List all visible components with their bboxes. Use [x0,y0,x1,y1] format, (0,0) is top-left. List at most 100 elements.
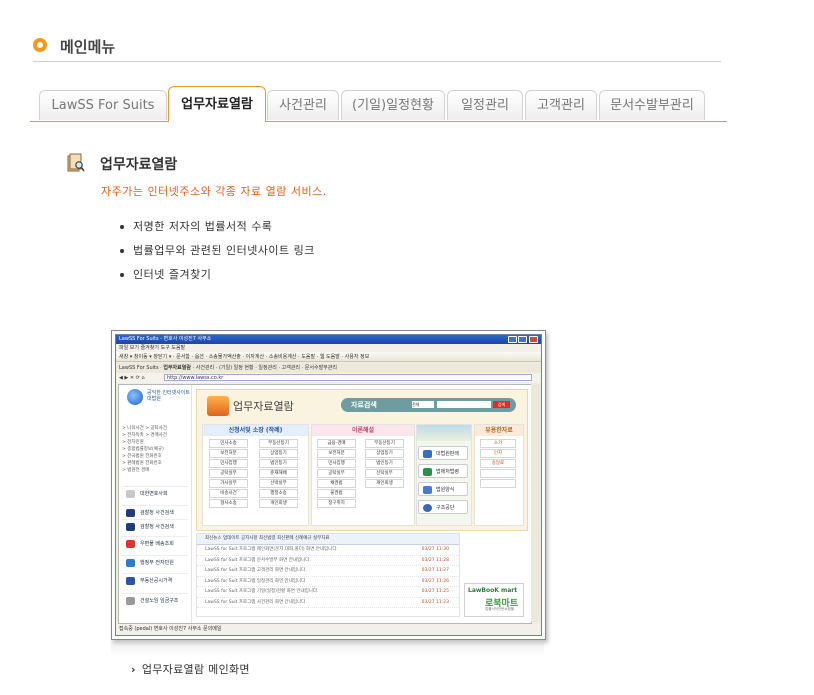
embedded-web-page: 공익한 인터넷사이트 대법원 > 나의사건 > 공탁사건 > 전자독촉 > 경매… [118,384,532,624]
supreme-court-case-button: 대법원판례 [418,446,468,460]
forms-item: 상업등기 [259,449,298,458]
tab-document-dispatch[interactable]: 문서수발부관리 [599,90,705,120]
window-statusbar: 접속중 (pedal) 변호사 이성진7 사무소 문의메일 [116,624,541,634]
banner-tagline: 법률서적전문쇼핑몰 [485,607,514,611]
page-search-bar: 자료검색 전체 검색 [341,398,516,412]
app-screenshot: LawSS For Suits - 변호사 이성진7 사무소 파일 보기 즐겨찾… [115,334,542,636]
tab-schedule-management[interactable]: 일정관리 [447,90,523,120]
close-icon [529,336,538,343]
resource-item: 송달료 [480,459,516,468]
org-link: 우편물 배송조회 [122,536,188,550]
window-title: LawSS For Suits - 변호사 이성진7 사무소 [119,336,212,342]
resources-column-title: 유용한자료 [475,425,523,436]
caption-text: 업무자료열람 메인화면 [141,663,250,676]
window-tabs: LawSS For Suits · 업무자료열람 · 사건관리 · (기일) 일… [116,363,541,373]
theory-item: 법인등기 [365,459,404,468]
forms-item: 공탁실무 [209,469,248,478]
tab-document-browsing[interactable]: 업무자료열람 [168,86,266,122]
theory-item: 부동산등기 [365,439,404,448]
org-link: 건설노임 임금구조 [122,593,188,607]
feature-list: 저명한 저자의 법률서적 수록 법률업무와 관련된 인터넷사이트 링크 인터넷 … [120,218,315,290]
toolbar-item: 이자계산 [245,354,265,360]
feature-item: 법률업무와 관련된 인터넷사이트 링크 [120,242,315,266]
tab-lawss-for-suits[interactable]: LawSS For Suits [39,90,167,120]
window-tab: 일정관리 [258,365,277,371]
resource-item-empty [480,469,516,478]
toolbar-item: 도움말 [301,354,316,360]
tab-case-management[interactable]: 사건관리 [267,90,339,120]
toolbar-item: 웹 도움말 [319,354,340,360]
theory-item: 신탁실무 [365,469,404,478]
toolbar-item: 새창 [119,354,129,360]
address-bar: ◀ ▶ ✕ ⟳ ⌂ http://www.lawss.co.kr [116,373,541,383]
theory-item: 공탁실무 [317,469,356,478]
page-header: 메인메뉴 [33,34,721,62]
forms-item: 가사실무 [209,479,248,488]
chevron-right-icon: › [131,663,136,676]
ie-logo-icon [127,389,143,405]
section-title: 업무자료열람 [100,157,178,173]
theory-column-title: 이론해설 [312,425,414,436]
sidebar-link: > 법원전 경매 [122,468,150,473]
toolbar-item: 소송비용계산 [268,354,297,360]
theory-item: 채권법 [317,479,356,488]
search-button: 검색 [493,401,510,408]
moleg-statutes-button: 법제처법령 [418,464,468,478]
forms-item: 부동산등기 [259,439,298,448]
section-subtitle: 자주가는 인터넷주소와 각종 자료 열람 서비스. [101,185,327,198]
theory-item: 물권법 [317,489,356,498]
tab-bar-underline [30,121,727,122]
url-field: http://www.lawss.co.kr [164,374,532,381]
window-tab: 업무자료열람 [163,365,191,371]
window-tab: (기일) 일정 현황 [218,365,254,371]
org-link: 검찰청 사건검색 [122,505,188,519]
nav-arrows-icon: ◀ ▶ ✕ ⟳ ⌂ [119,375,145,381]
news-row: LawSS for Suit 프로그램 기일(일정)현황 화면 안내입니다. 03… [197,587,459,598]
window-toolbar: 새창 ▾ 창이동 ▾ 창닫기 ▾ · 문서함 · 옵션 · 소송물가액산출 · … [116,352,541,362]
org-link: 부동산공시가격 [122,573,188,587]
sidebar-link: > 종합법률정보(예규) [122,447,164,452]
banner-title: LawBooK mart [468,587,518,594]
court-link: 공익한 인터넷사이트 대법원 [147,390,190,402]
news-tabs: 최신뉴스 업데이트 공지사항 최신법령 최신판례 신례예규 실무자료 [197,534,459,545]
legal-aid-button: 구조공단 [418,500,468,514]
theory-item: 청구취지 [317,499,356,508]
window-tab: LawSS For Suits [119,365,159,371]
tab-hearing-schedule[interactable]: (기일)일정현황 [341,90,445,120]
resource-item: 인지 [480,449,516,458]
window-menubar: 파일 보기 즐겨찾기 도구 도움말 [116,344,541,352]
window-tab: 문서수발부관리 [304,365,337,371]
page-main-title: 업무자료열람 [233,400,294,413]
org-link: 검찰청 사건검색 [122,519,188,533]
window-tab: 사건관리 [195,365,215,371]
search-select: 전체 [412,401,434,408]
forms-item: 행정소송 [259,489,298,498]
theory-item: 보전처분 [317,449,356,458]
page-main-panel: 업무자료열람 자료검색 전체 검색 신청서및 소장 (작례) 민사소송 부동산등… [196,389,528,531]
org-link: 대한변호사회 [122,486,188,500]
news-row: LawSS for Suit 프로그램 일정관리 화면 안내입니다. 03/27 … [197,577,459,587]
page-sidebar: 공익한 인터넷사이트 대법원 > 나의사건 > 공탁사건 > 전자독촉 > 경매… [119,385,192,623]
news-row: LawSS for Suit 프로그램 사건관리 화면 안내입니다. 03/27 … [197,598,459,608]
page-scrollbar [531,384,540,622]
feature-item: 인터넷 즐겨찾기 [120,266,315,290]
screenshot-reflection [111,641,544,657]
forms-item: 준재해배 [259,469,298,478]
feature-item: 저명한 저자의 법률서적 수록 [120,218,315,242]
tab-client-management[interactable]: 고객관리 [525,90,597,120]
window-tab: 고객관리 [281,365,300,371]
screenshot-caption: › 업무자료열람 메인화면 [131,661,250,677]
theory-item: 금융·경매 [317,439,356,448]
toolbar-item: 문서함 [176,354,190,360]
toolbar-item: 옵션 [194,354,204,360]
forms-item: 선박실무 [259,479,298,488]
search-label: 자료검색 [351,401,377,409]
circle-bullet-icon [33,38,47,52]
news-row: LawSS for Suit 프로그램 메인화면(문자,대화,폴더) 화면 안내… [197,545,459,556]
search-input [437,401,491,408]
forms-item: 형사소송 [209,499,248,508]
forms-item: 민사집행 [209,459,248,468]
theory-item: 민사집행 [317,459,356,468]
news-row: LawSS for Suit 프로그램 문서수발부 화면 안내입니다. 03/27… [197,556,459,566]
city-banner [417,425,471,441]
